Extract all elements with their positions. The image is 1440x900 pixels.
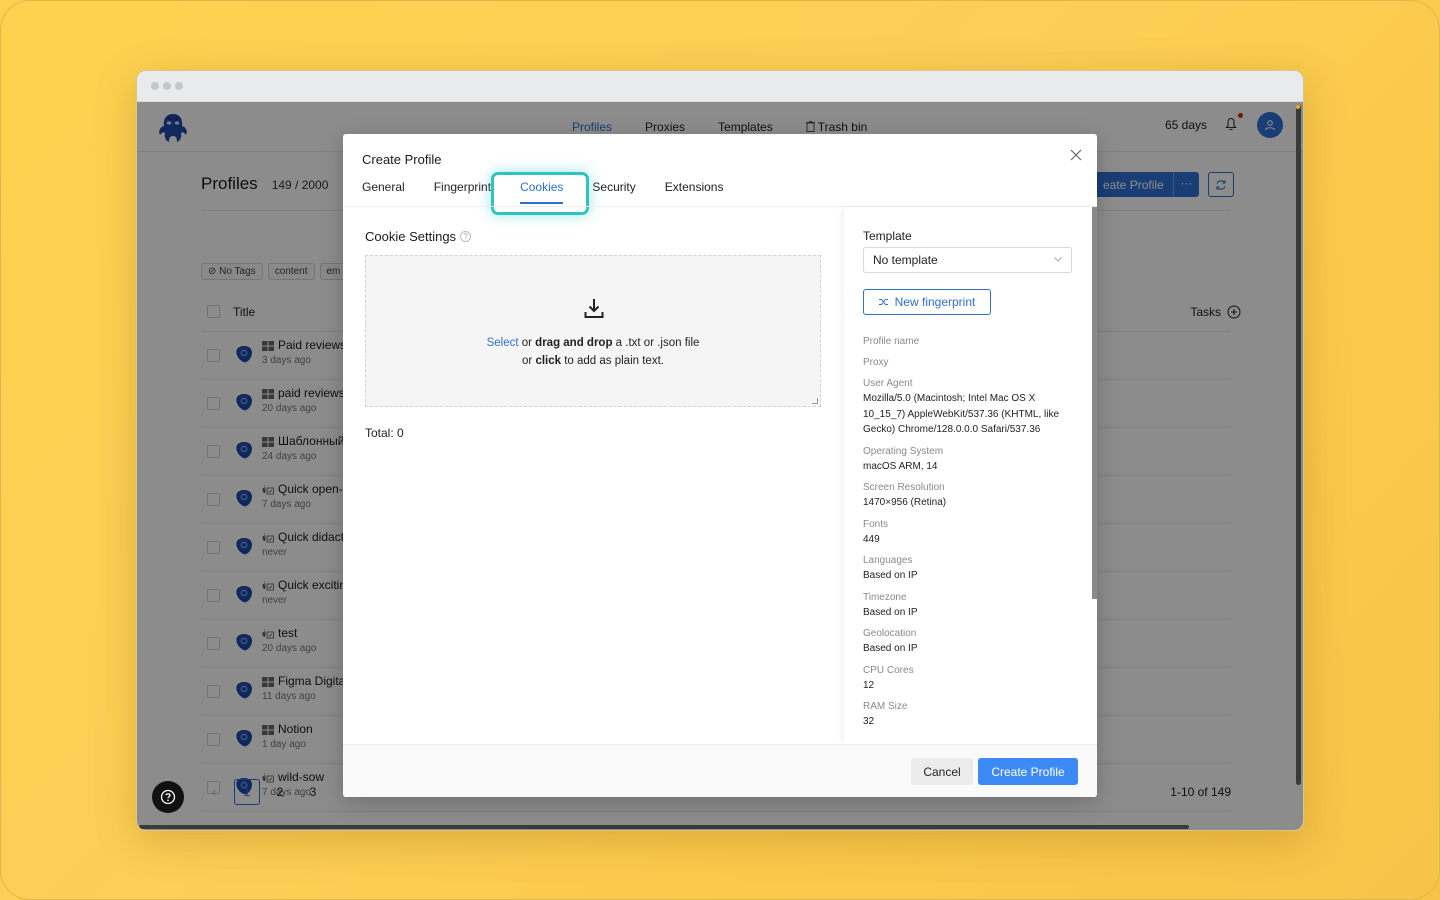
field-label: Proxy bbox=[863, 357, 889, 368]
tab-extensions[interactable]: Extensions bbox=[665, 180, 724, 204]
field-value: Based on IP bbox=[863, 570, 918, 581]
field-label: Profile name bbox=[863, 336, 920, 347]
tab-security[interactable]: Security bbox=[592, 180, 635, 204]
page-vertical-scrollbar[interactable] bbox=[1296, 105, 1301, 785]
shuffle-icon bbox=[878, 299, 888, 305]
cancel-button[interactable]: Cancel bbox=[911, 758, 973, 785]
cookie-settings-heading: Cookie Settings ? bbox=[365, 229, 472, 244]
modal-footer: Cancel Create Profile bbox=[343, 744, 1097, 797]
window-maximize-dot[interactable] bbox=[175, 82, 183, 90]
new-fingerprint-label: New fingerprint bbox=[894, 295, 976, 309]
field-label: User Agent bbox=[863, 378, 913, 389]
fingerprint-field: Proxy bbox=[863, 356, 1078, 370]
template-label: Template bbox=[863, 229, 912, 243]
help-circle-icon[interactable]: ? bbox=[460, 231, 472, 242]
field-label: Timezone bbox=[863, 591, 907, 603]
fingerprint-field: Fonts 449 bbox=[863, 518, 1078, 548]
fingerprint-field: Operating System macOS ARM, 14 bbox=[863, 445, 1078, 475]
field-value: Mozilla/5.0 (Macintosh; Intel Mac OS X 1… bbox=[863, 393, 1060, 435]
select-file-link[interactable]: Select bbox=[487, 337, 519, 349]
dz-text: a .txt or .json file bbox=[612, 337, 700, 349]
fingerprint-field: User Agent Mozilla/5.0 (Macintosh; Intel … bbox=[863, 377, 1078, 438]
dz-bold: drag and drop bbox=[535, 337, 613, 349]
new-fingerprint-button[interactable]: New fingerprint bbox=[863, 289, 991, 315]
fingerprint-field: Geolocation Based on IP bbox=[863, 627, 1078, 657]
question-icon bbox=[160, 789, 176, 805]
dropzone-instructions-2: or click to add as plain text. bbox=[366, 355, 820, 367]
cookies-pane: Cookie Settings ? Select or drag and dro… bbox=[343, 207, 843, 744]
resize-handle[interactable] bbox=[812, 398, 818, 404]
help-button[interactable] bbox=[152, 781, 184, 813]
field-value: 32 bbox=[863, 716, 875, 727]
status-indicator bbox=[1296, 105, 1300, 109]
create-profile-modal: Create Profile General Fingerprint Cooki… bbox=[343, 134, 1097, 797]
window-controls bbox=[151, 82, 183, 90]
cookie-total: Total: 0 bbox=[365, 426, 404, 440]
dz-text: or bbox=[522, 355, 536, 367]
field-label: CPU Cores bbox=[863, 664, 914, 676]
field-value: Based on IP bbox=[863, 643, 918, 654]
dz-bold: click bbox=[535, 355, 562, 367]
field-value: 449 bbox=[863, 533, 880, 545]
fingerprint-field: RAM Size 32 bbox=[863, 700, 1078, 730]
close-icon[interactable] bbox=[1069, 148, 1083, 162]
fingerprint-field: Languages Based on IP bbox=[863, 554, 1078, 584]
window-minimize-dot[interactable] bbox=[163, 82, 171, 90]
window-titlebar bbox=[137, 71, 1303, 102]
dz-text: to add as plain text. bbox=[561, 355, 664, 367]
field-value: macOS ARM, 14 bbox=[863, 460, 938, 472]
modal-title: Create Profile bbox=[362, 152, 442, 167]
field-value: Based on IP bbox=[863, 606, 918, 618]
field-value: 12 bbox=[863, 679, 875, 691]
fingerprint-field: Timezone Based on IP bbox=[863, 591, 1078, 621]
field-value: 1470×956 (Retina) bbox=[863, 497, 947, 508]
field-label: Operating System bbox=[863, 445, 944, 457]
field-label: Screen Resolution bbox=[863, 482, 945, 493]
field-label: Languages bbox=[863, 555, 913, 566]
dropzone-instructions-1: Select or drag and drop a .txt or .json … bbox=[366, 337, 820, 349]
create-profile-submit-button[interactable]: Create Profile bbox=[978, 758, 1078, 785]
tab-fingerprint[interactable]: Fingerprint bbox=[434, 180, 491, 204]
profile-summary-pane: Template No template New fingerprint Pro… bbox=[844, 207, 1097, 744]
cookie-settings-title: Cookie Settings bbox=[365, 229, 457, 244]
dz-text: or bbox=[518, 337, 536, 349]
page-horizontal-scrollbar[interactable] bbox=[139, 825, 1189, 829]
fingerprint-field: Profile name bbox=[863, 335, 1078, 349]
fingerprint-fields: Profile name Proxy User Agent Mozilla/5.0 (… bbox=[863, 335, 1078, 737]
cookie-dropzone[interactable]: Select or drag and drop a .txt or .json … bbox=[365, 255, 821, 407]
template-select[interactable]: No template bbox=[863, 247, 1072, 273]
window-close-dot[interactable] bbox=[151, 82, 159, 90]
summary-scrollbar[interactable] bbox=[1092, 207, 1097, 599]
fingerprint-field: Screen Resolution 1470×956 (Retina) bbox=[863, 481, 1078, 511]
download-tray-icon bbox=[584, 299, 604, 318]
field-label: Geolocation bbox=[863, 628, 917, 639]
fingerprint-field: CPU Cores 12 bbox=[863, 664, 1078, 694]
tab-general[interactable]: General bbox=[362, 180, 405, 204]
chevron-down-icon bbox=[1054, 257, 1062, 262]
field-label: Fonts bbox=[863, 518, 889, 530]
template-select-value: No template bbox=[873, 253, 938, 267]
field-label: RAM Size bbox=[863, 701, 908, 712]
